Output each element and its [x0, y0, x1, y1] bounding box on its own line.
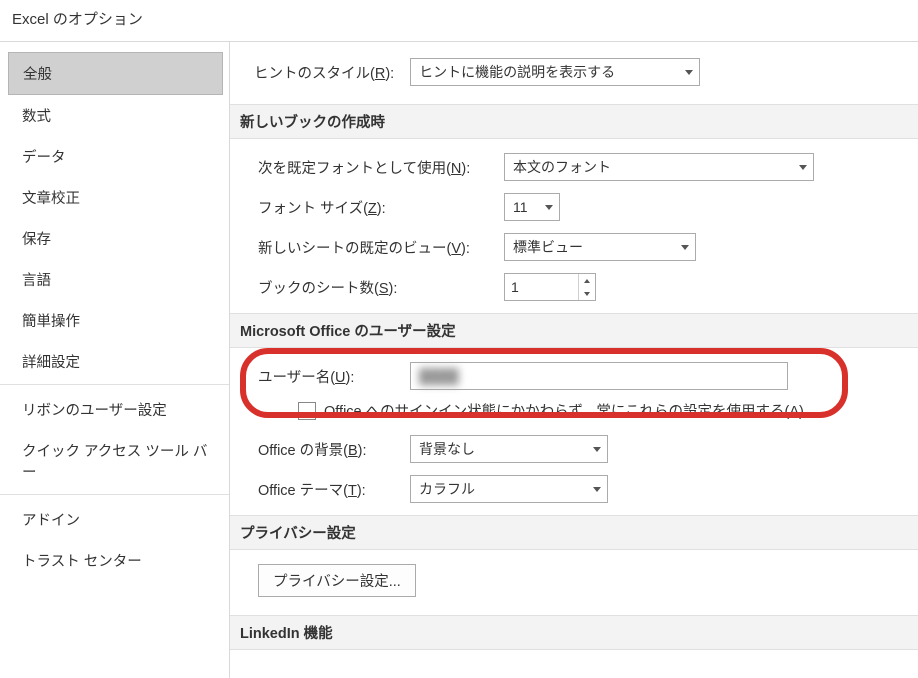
section-linkedin: LinkedIn 機能 — [230, 615, 918, 650]
always-use-checkbox[interactable] — [298, 402, 316, 420]
default-view-dropdown[interactable]: 標準ビュー — [504, 233, 696, 261]
sheet-count-label: ブックのシート数(S): — [258, 277, 504, 298]
sidebar-item[interactable]: クイック アクセス ツール バー — [8, 430, 223, 492]
font-size-label: フォント サイズ(Z): — [258, 197, 504, 218]
sidebar-item[interactable]: アドイン — [8, 499, 223, 540]
office-background-label: Office の背景(B): — [258, 439, 410, 460]
section-user-settings: Microsoft Office のユーザー設定 — [230, 313, 918, 348]
sidebar-item[interactable]: 詳細設定 — [8, 341, 223, 382]
sidebar-item[interactable]: リボンのユーザー設定 — [8, 389, 223, 430]
office-background-dropdown[interactable]: 背景なし — [410, 435, 608, 463]
spinner-up-icon[interactable] — [579, 274, 595, 287]
default-font-label: 次を既定フォントとして使用(N): — [258, 157, 504, 178]
options-content: ヒントのスタイル(R): ヒントに機能の説明を表示する 新しいブックの作成時 次… — [230, 42, 918, 678]
sidebar-item[interactable]: 言語 — [8, 259, 223, 300]
chevron-down-icon — [799, 165, 807, 170]
sidebar-item[interactable]: 簡単操作 — [8, 300, 223, 341]
username-label: ユーザー名(U): — [258, 366, 410, 387]
chevron-down-icon — [545, 205, 553, 210]
chevron-down-icon — [685, 70, 693, 75]
chevron-down-icon — [593, 487, 601, 492]
privacy-settings-button[interactable]: プライバシー設定... — [258, 564, 416, 597]
section-privacy: プライバシー設定 — [230, 515, 918, 550]
office-theme-dropdown[interactable]: カラフル — [410, 475, 608, 503]
sidebar-item[interactable]: データ — [8, 136, 223, 177]
sidebar-item[interactable]: 数式 — [8, 95, 223, 136]
section-new-book: 新しいブックの作成時 — [230, 104, 918, 139]
options-sidebar: 全般数式データ文章校正保存言語簡単操作詳細設定リボンのユーザー設定クイック アク… — [0, 42, 230, 678]
sidebar-item[interactable]: 文章校正 — [8, 177, 223, 218]
username-input[interactable]: ████ — [410, 362, 788, 390]
window-title: Excel のオプション — [0, 0, 918, 42]
font-size-dropdown[interactable]: 11 — [504, 193, 560, 221]
default-font-dropdown[interactable]: 本文のフォント — [504, 153, 814, 181]
hint-style-dropdown[interactable]: ヒントに機能の説明を表示する — [410, 58, 700, 86]
sidebar-item[interactable]: トラスト センター — [8, 540, 223, 581]
office-theme-label: Office テーマ(T): — [258, 479, 410, 500]
hint-style-label: ヒントのスタイル(R): — [254, 62, 394, 83]
spinner-down-icon[interactable] — [579, 287, 595, 300]
sheet-count-spinner[interactable]: 1 — [504, 273, 596, 301]
always-use-label: Office へのサインイン状態にかかわらず、常にこれらの設定を使用する(A) — [324, 400, 804, 421]
default-view-label: 新しいシートの既定のビュー(V): — [258, 237, 504, 258]
chevron-down-icon — [681, 245, 689, 250]
sidebar-item[interactable]: 全般 — [8, 52, 223, 95]
sidebar-item[interactable]: 保存 — [8, 218, 223, 259]
chevron-down-icon — [593, 447, 601, 452]
